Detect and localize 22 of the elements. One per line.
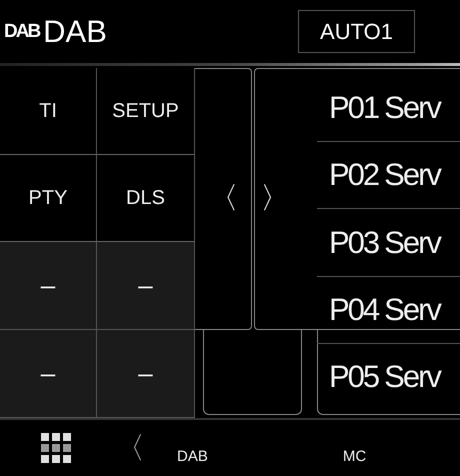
auto-mode-button[interactable]: AUTO1 [298, 10, 415, 53]
function-button[interactable]: TI [0, 68, 97, 155]
preset-item[interactable]: P04 Serv [317, 276, 460, 344]
home-grid-icon[interactable] [41, 433, 71, 463]
empty-slot-button[interactable]: – [97, 330, 195, 418]
dab-logo: DAB [4, 20, 40, 42]
previous-page-button[interactable]: 〈 [208, 178, 238, 219]
source-tab[interactable]: MC [342, 432, 366, 464]
empty-slot-button[interactable]: – [97, 242, 195, 330]
empty-slot-button[interactable]: – [0, 330, 97, 418]
function-button[interactable]: SETUP [97, 68, 195, 155]
source-title: DAB [43, 14, 107, 50]
function-button[interactable]: PTY [0, 155, 97, 242]
preset-item[interactable]: P05 Serv [317, 344, 460, 410]
preset-item[interactable]: P03 Serv [317, 209, 460, 277]
function-button[interactable]: DLS [97, 155, 195, 242]
back-button[interactable]: 〈 [115, 428, 145, 468]
empty-slot-button[interactable]: – [0, 242, 97, 330]
next-page-button[interactable]: 〉 [260, 178, 290, 219]
source-tab[interactable]: DAB [177, 432, 208, 464]
preset-item[interactable]: P02 Serv [317, 142, 460, 210]
preset-item[interactable]: P01 Serv [317, 75, 460, 142]
